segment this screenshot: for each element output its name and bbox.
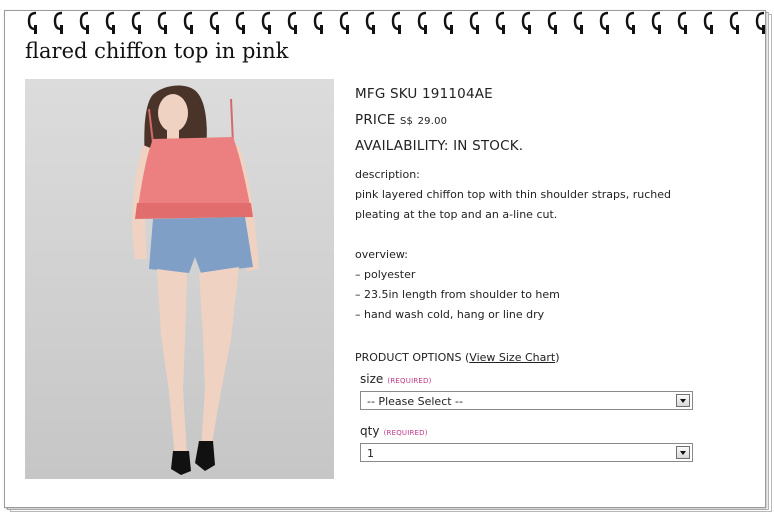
spiral-ring-icon (651, 11, 661, 34)
spiral-ring-icon (625, 11, 635, 34)
spiral-ring-icon (703, 11, 713, 34)
spiral-ring-icon (27, 11, 37, 34)
spiral-ring-icon (729, 11, 739, 34)
spiral-ring-icon (287, 11, 297, 34)
spiral-ring-icon (261, 11, 271, 34)
spiral-ring-icon (443, 11, 453, 34)
price-label: PRICE (355, 112, 396, 128)
spiral-binding (27, 11, 767, 39)
price-value: 29.00 (417, 116, 448, 127)
description-heading: description: (355, 168, 420, 181)
size-select-value: -- Please Select -- (367, 395, 463, 408)
spiral-ring-icon (547, 11, 557, 34)
spiral-ring-icon (391, 11, 401, 34)
description-line-1: pink layered chiffon top with thin shoul… (355, 188, 672, 201)
spiral-ring-icon (339, 11, 349, 34)
spiral-ring-icon (131, 11, 141, 34)
qty-select-value: 1 (367, 447, 374, 460)
size-label: size (360, 372, 384, 386)
spiral-ring-icon (157, 11, 167, 34)
spiral-ring-icon (573, 11, 583, 34)
overview-item: – polyester (355, 268, 416, 281)
spiral-ring-icon (677, 11, 687, 34)
qty-option: qty (REQUIRED) (355, 424, 755, 439)
availability: AVAILABILITY: IN STOCK. (355, 138, 524, 154)
spiral-ring-icon (183, 11, 193, 34)
overview-item: – 23.5in length from shoulder to hem (355, 288, 560, 301)
spiral-ring-icon (469, 11, 479, 34)
spiral-ring-icon (313, 11, 323, 34)
overview-heading: overview: (355, 248, 408, 261)
product-title: flared chiffon top in pink (25, 39, 289, 63)
options-heading-text: PRODUCT OPTIONS (355, 351, 462, 364)
size-option: size (REQUIRED) (355, 372, 755, 387)
spiral-ring-icon (79, 11, 89, 34)
paren-close: ) (555, 351, 560, 364)
spiral-ring-icon (521, 11, 531, 34)
view-size-chart-link[interactable]: View Size Chart (469, 351, 555, 364)
product-details: MFG SKU 191104AE PRICE S$ 29.00 AVAILABI… (355, 81, 755, 462)
description-line-2: pleating at the top and an a-line cut. (355, 208, 558, 221)
spiral-ring-icon (53, 11, 63, 34)
price: PRICE S$ 29.00 (355, 107, 755, 133)
qty-required-note: (REQUIRED) (383, 429, 428, 437)
qty-select[interactable]: 1 (360, 443, 693, 462)
price-currency: S$ (399, 116, 414, 127)
product-options-heading: PRODUCT OPTIONS (View Size Chart) (355, 351, 755, 364)
spiral-ring-icon (209, 11, 219, 34)
spiral-ring-icon (235, 11, 245, 34)
product-image (25, 79, 334, 479)
dropdown-arrow-icon[interactable] (676, 446, 690, 459)
dropdown-arrow-icon[interactable] (676, 394, 690, 407)
mfg-sku: MFG SKU 191104AE (355, 86, 493, 102)
size-select[interactable]: -- Please Select -- (360, 391, 693, 410)
notebook-page: flared chiffon top in pink MFG SKU 19110… (4, 10, 766, 508)
spiral-ring-icon (599, 11, 609, 34)
model-illustration (132, 85, 259, 475)
overview-item: – hand wash cold, hang or line dry (355, 308, 545, 321)
spiral-ring-icon (755, 11, 765, 34)
qty-label: qty (360, 424, 380, 438)
spiral-ring-icon (105, 11, 115, 34)
spiral-ring-icon (417, 11, 427, 34)
size-required-note: (REQUIRED) (387, 377, 432, 385)
spiral-ring-icon (495, 11, 505, 34)
spiral-ring-icon (365, 11, 375, 34)
